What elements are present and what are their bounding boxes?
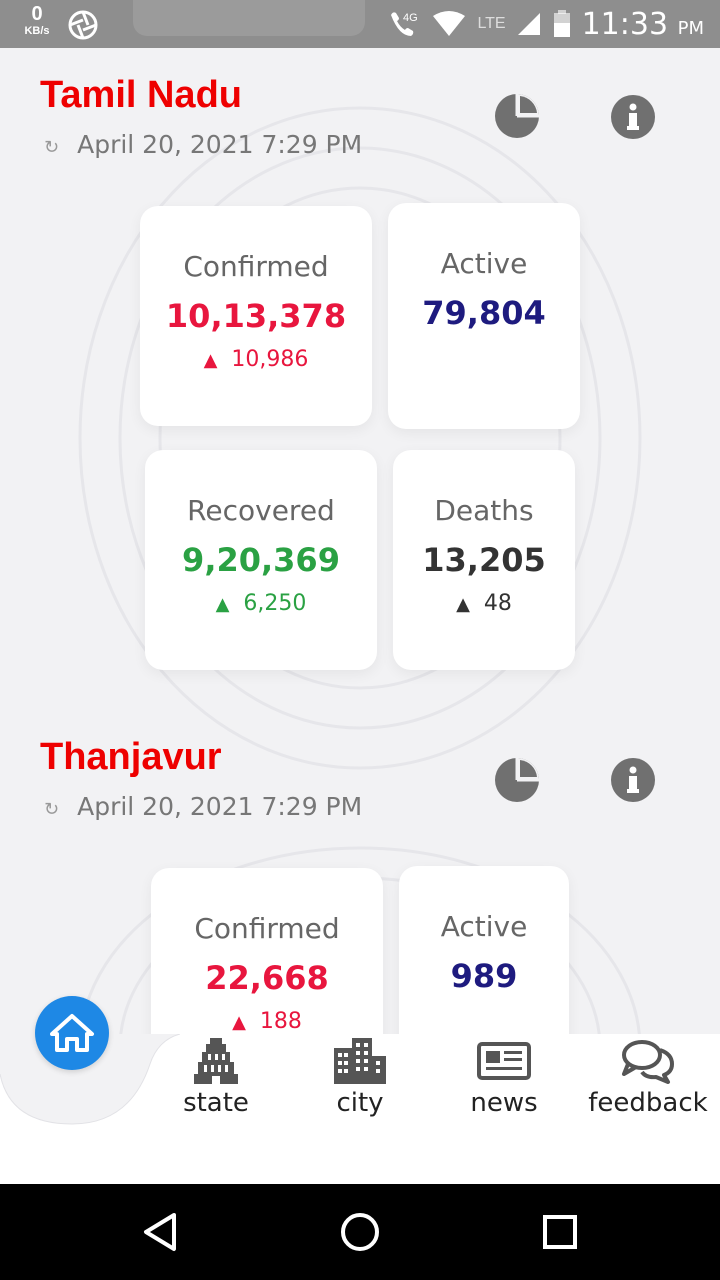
state-updated-text: April 20, 2021 7:29 PM xyxy=(77,130,363,159)
net-speed-unit: KB/s xyxy=(24,25,50,37)
info-icon[interactable] xyxy=(609,756,657,804)
battery-icon xyxy=(553,10,570,37)
home-icon xyxy=(50,1014,94,1052)
nav-state-label: state xyxy=(183,1088,249,1118)
home-circle-icon[interactable] xyxy=(340,1212,380,1252)
nav-state[interactable]: state xyxy=(146,1038,286,1118)
svg-text:4G: 4G xyxy=(403,12,418,24)
recovered-delta: ▲ 6,250 xyxy=(145,591,377,616)
district-title: Thanjavur xyxy=(40,736,222,778)
wifi-icon xyxy=(433,11,466,36)
home-button[interactable] xyxy=(35,996,109,1070)
clock-time: 11:33 xyxy=(581,6,669,42)
confirmed-delta-value: 10,986 xyxy=(231,347,309,372)
clock: 11:33 PM xyxy=(582,7,704,42)
call-4g-icon: 4G xyxy=(391,12,418,37)
confirmed-label: Confirmed xyxy=(183,250,329,283)
up-arrow-icon: ▲ xyxy=(203,350,218,371)
district-active-card[interactable]: Active 989 xyxy=(399,866,569,1034)
info-icon[interactable] xyxy=(609,93,657,141)
district-updated: ↻ April 20, 2021 7:29 PM xyxy=(44,792,362,821)
recovered-value: 9,20,369 xyxy=(182,541,340,579)
net-speed: 0 KB/s xyxy=(18,4,56,37)
recovered-label: Recovered xyxy=(187,494,335,527)
refresh-icon[interactable]: ↻ xyxy=(44,137,59,158)
recents-icon[interactable] xyxy=(542,1212,578,1252)
district-confirmed-delta: ▲ 188 xyxy=(151,1009,383,1034)
nav-news[interactable]: news xyxy=(434,1038,574,1118)
deaths-delta: ▲ 48 xyxy=(393,591,575,616)
confirmed-delta: ▲ 10,986 xyxy=(140,347,372,372)
up-arrow-icon: ▲ xyxy=(215,594,230,615)
up-arrow-icon: ▲ xyxy=(232,1012,246,1033)
status-notch xyxy=(133,0,365,36)
district-confirmed-delta-value: 188 xyxy=(259,1009,302,1034)
main-content[interactable]: Tamil Nadu ↻ April 20, 2021 7:29 PM Confi… xyxy=(0,48,720,1034)
confirmed-value: 10,13,378 xyxy=(165,297,347,335)
system-navigation-bar xyxy=(0,1184,720,1280)
clock-ampm: PM xyxy=(677,17,704,39)
district-confirmed-label: Confirmed xyxy=(194,912,340,945)
state-title: Tamil Nadu xyxy=(40,74,242,116)
confirmed-card[interactable]: Confirmed 10,13,378 ▲ 10,986 xyxy=(140,206,372,426)
nav-city[interactable]: city xyxy=(290,1038,430,1118)
refresh-icon[interactable]: ↻ xyxy=(44,799,59,820)
temple-icon xyxy=(194,1038,238,1084)
district-active-label: Active xyxy=(440,910,528,943)
back-icon[interactable] xyxy=(142,1212,178,1252)
status-icons: 4G LTE 11:33 PM xyxy=(387,0,704,48)
district-confirmed-value: 22,668 xyxy=(205,959,329,997)
pie-chart-icon[interactable] xyxy=(493,756,541,804)
nav-news-label: news xyxy=(470,1088,538,1118)
state-updated: ↻ April 20, 2021 7:29 PM xyxy=(44,130,362,159)
nav-feedback-label: feedback xyxy=(588,1088,708,1118)
deaths-label: Deaths xyxy=(434,494,534,527)
signal-icon xyxy=(517,13,540,35)
chat-icon xyxy=(622,1040,674,1084)
active-label: Active xyxy=(440,247,528,280)
recovered-card[interactable]: Recovered 9,20,369 ▲ 6,250 xyxy=(145,450,377,670)
recovered-delta-value: 6,250 xyxy=(243,591,307,616)
deaths-card[interactable]: Deaths 13,205 ▲ 48 xyxy=(393,450,575,670)
net-speed-value: 0 xyxy=(31,3,43,25)
pie-chart-icon[interactable] xyxy=(493,92,541,140)
deaths-value: 13,205 xyxy=(422,541,546,579)
deaths-delta-value: 48 xyxy=(483,591,512,616)
active-value: 79,804 xyxy=(422,294,546,332)
active-card[interactable]: Active 79,804 xyxy=(388,203,580,429)
newspaper-icon xyxy=(477,1042,531,1080)
district-confirmed-card[interactable]: Confirmed 22,668 ▲ 188 xyxy=(151,868,383,1034)
status-bar: 0 KB/s 4G LTE 11:33 PM xyxy=(0,0,720,48)
district-updated-text: April 20, 2021 7:29 PM xyxy=(77,792,363,821)
nav-feedback[interactable]: feedback xyxy=(578,1038,718,1118)
nav-city-label: city xyxy=(336,1088,384,1118)
city-icon xyxy=(334,1038,386,1084)
up-arrow-icon: ▲ xyxy=(456,594,470,615)
lte-label: LTE xyxy=(477,15,506,32)
district-active-value: 989 xyxy=(450,957,518,995)
aperture-icon xyxy=(68,10,98,40)
